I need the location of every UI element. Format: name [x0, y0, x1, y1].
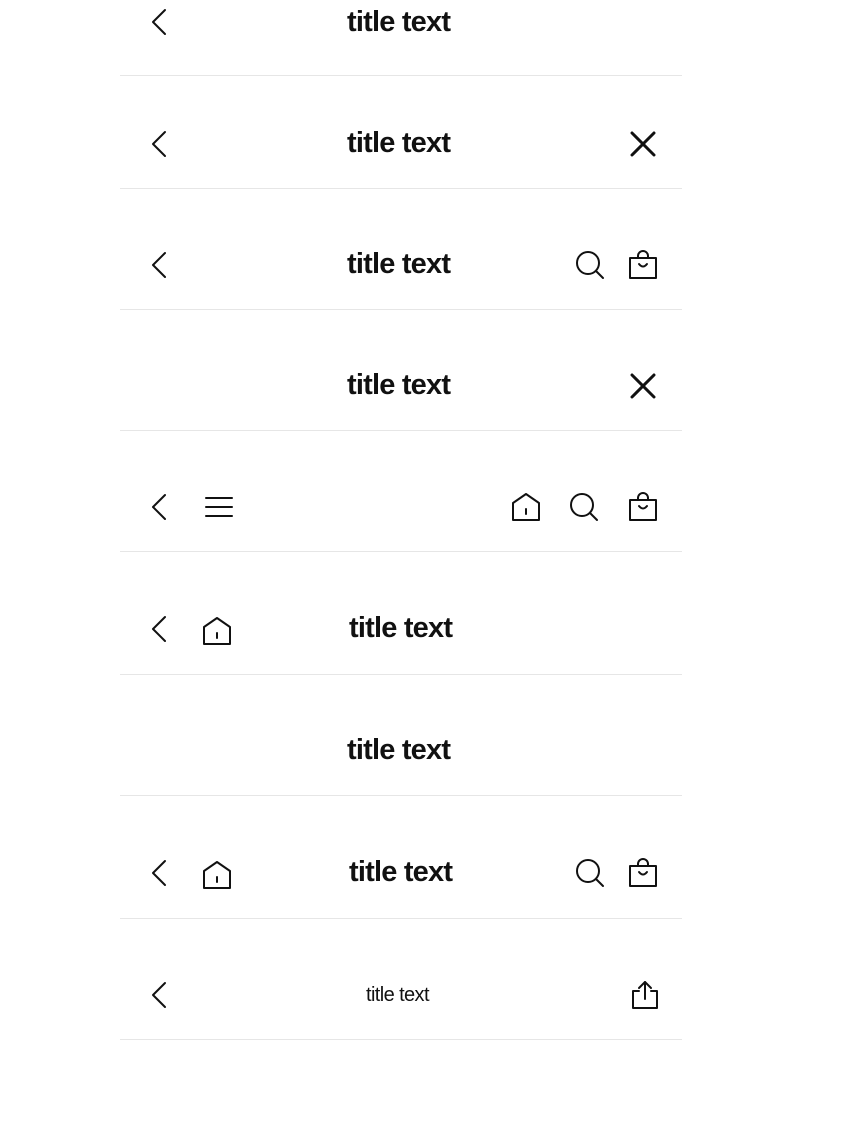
- shopping-bag-icon[interactable]: [626, 248, 660, 282]
- back-chevron-icon[interactable]: [142, 5, 176, 39]
- home-icon[interactable]: [200, 614, 234, 648]
- navbar-3: title text: [120, 189, 682, 310]
- search-icon[interactable]: [573, 856, 607, 890]
- page-title: title text: [347, 369, 451, 401]
- home-icon[interactable]: [200, 858, 234, 892]
- navbar-5: [120, 431, 682, 552]
- navbar-7: title text: [120, 675, 682, 796]
- back-chevron-icon[interactable]: [142, 978, 176, 1012]
- close-icon[interactable]: [626, 127, 660, 161]
- search-icon[interactable]: [573, 248, 607, 282]
- navbar-9: title text: [120, 919, 682, 1040]
- page-title: title text: [347, 734, 451, 766]
- page-title: title text: [347, 127, 451, 159]
- back-chevron-icon[interactable]: [142, 612, 176, 646]
- navbar-8: title text: [120, 796, 682, 919]
- close-icon[interactable]: [626, 369, 660, 403]
- page-title: title text: [349, 856, 453, 888]
- back-chevron-icon[interactable]: [142, 127, 176, 161]
- share-icon[interactable]: [628, 978, 662, 1012]
- page-title: title text: [366, 984, 430, 1006]
- home-icon[interactable]: [509, 490, 543, 524]
- shopping-bag-icon[interactable]: [626, 490, 660, 524]
- navbar-6: title text: [120, 552, 682, 675]
- search-icon[interactable]: [567, 490, 601, 524]
- navbar-4: title text: [120, 310, 682, 431]
- back-chevron-icon[interactable]: [142, 856, 176, 890]
- hamburger-menu-icon[interactable]: [202, 490, 236, 524]
- page-title: title text: [347, 6, 451, 38]
- shopping-bag-icon[interactable]: [626, 856, 660, 890]
- back-chevron-icon[interactable]: [142, 490, 176, 524]
- navbar-2: title text: [120, 68, 682, 189]
- navbar-1: title text: [120, 0, 682, 76]
- back-chevron-icon[interactable]: [142, 248, 176, 282]
- page-title: title text: [347, 248, 451, 280]
- page-title: title text: [349, 612, 453, 644]
